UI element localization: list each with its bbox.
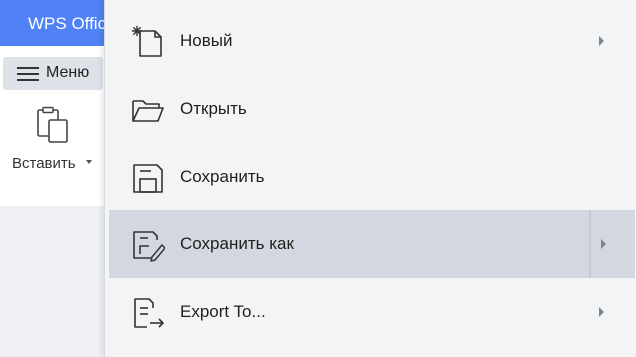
app-title: WPS Office bbox=[28, 14, 116, 33]
new-file-icon bbox=[131, 25, 165, 59]
paste-dropdown-caret-icon[interactable] bbox=[86, 160, 92, 164]
menu-item-new[interactable]: Новый bbox=[109, 7, 635, 75]
paste-button-label[interactable]: Вставить bbox=[12, 155, 76, 172]
submenu-arrow-icon bbox=[599, 36, 604, 46]
open-folder-icon bbox=[131, 93, 165, 127]
menu-item-label: Новый bbox=[180, 31, 233, 50]
submenu-arrow-icon bbox=[599, 307, 604, 317]
menu-item-save[interactable]: Сохранить bbox=[109, 143, 635, 211]
menu-item-label: Export To... bbox=[180, 302, 266, 321]
menu-button-label: Меню bbox=[46, 64, 90, 81]
menu-item-open[interactable]: Открыть bbox=[109, 75, 635, 143]
hamburger-icon bbox=[17, 66, 39, 82]
menu-item-label: Сохранить как bbox=[180, 234, 294, 253]
paste-icon[interactable] bbox=[36, 106, 70, 149]
file-menu-dropdown: Новый Открыть Сохранить Сохранить как Ex… bbox=[104, 0, 636, 357]
save-as-icon bbox=[131, 228, 166, 262]
export-icon bbox=[131, 296, 165, 330]
menu-item-label: Открыть bbox=[180, 99, 247, 118]
main-menu-button[interactable]: Меню bbox=[3, 57, 103, 90]
save-icon bbox=[131, 161, 165, 195]
menu-item-export[interactable]: Export To... bbox=[109, 278, 635, 346]
submenu-divider bbox=[589, 210, 591, 278]
menu-item-save-as[interactable]: Сохранить как bbox=[109, 210, 635, 278]
submenu-arrow-icon[interactable] bbox=[601, 239, 606, 249]
menu-item-label: Сохранить bbox=[180, 167, 265, 186]
